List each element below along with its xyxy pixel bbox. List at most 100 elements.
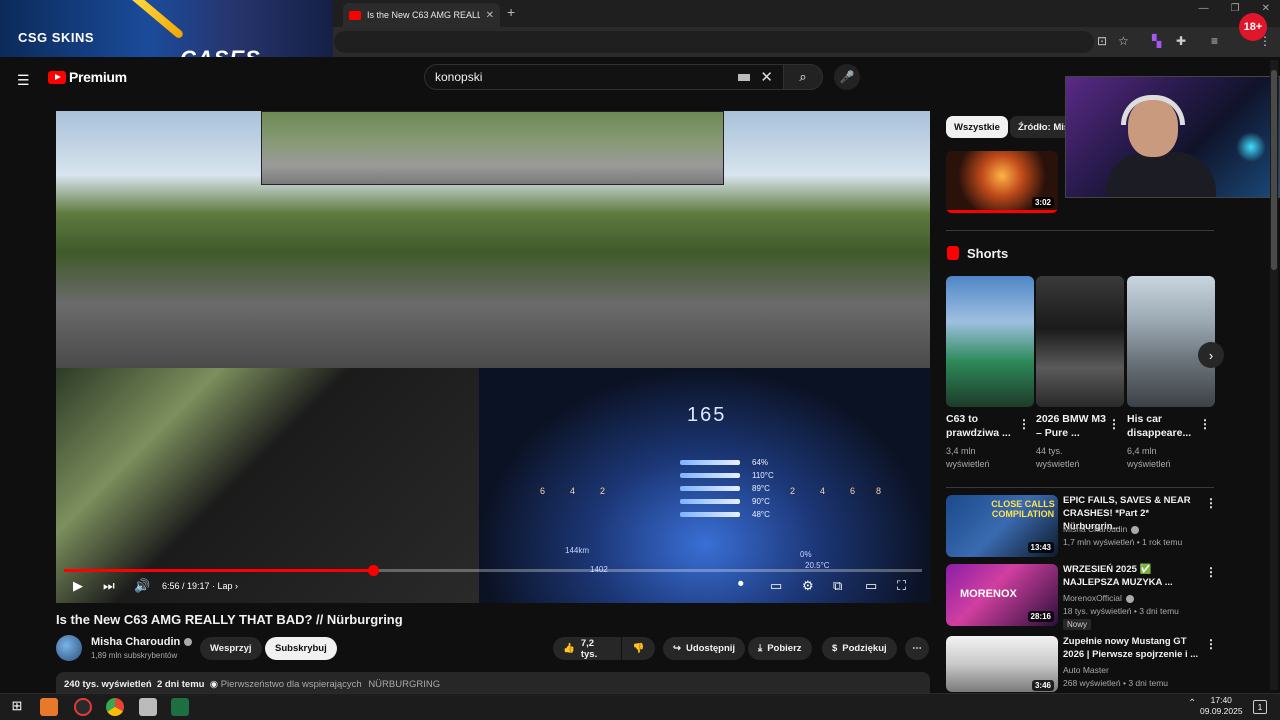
short-title[interactable]: 2026 BMW M3 – Pure ...	[1036, 412, 1108, 440]
url-field[interactable]	[334, 31, 1094, 53]
windows-start-icon[interactable]: ⊞	[8, 698, 26, 716]
clear-search-icon[interactable]: ✕	[760, 68, 773, 86]
autoplay-toggle-icon[interactable]: ⏺	[738, 578, 744, 591]
search-button[interactable]: ⌕	[783, 64, 823, 90]
chrome-icon[interactable]	[106, 698, 124, 716]
dislike-button[interactable]: 👎	[622, 637, 655, 660]
more-actions-button[interactable]: ⋯	[905, 637, 929, 660]
desc-tag[interactable]: NÜRBURGRING	[368, 679, 440, 690]
divider	[946, 230, 1214, 231]
maximize-button[interactable]: ❐	[1231, 3, 1240, 14]
reading-list-icon[interactable]: ≡	[1211, 34, 1218, 48]
related-channel[interactable]: MorenoxOfficial	[1063, 593, 1134, 603]
page-scrollbar[interactable]	[1270, 60, 1278, 690]
miniplayer-icon[interactable]: ⧉	[833, 578, 842, 594]
hamburger-menu-icon[interactable]: ☰	[17, 72, 30, 89]
voice-search-button[interactable]: 🎤	[834, 64, 860, 90]
app-icon[interactable]	[74, 698, 92, 716]
extensions-puzzle-icon[interactable]: ✚	[1176, 34, 1186, 48]
short-title[interactable]: His car disappeare...	[1127, 412, 1199, 440]
related-title[interactable]: Zupełnie nowy Mustang GT 2026 | Pierwsze…	[1063, 635, 1203, 661]
knife-graphic-icon	[125, 0, 185, 40]
member-icon: ◉	[209, 679, 219, 690]
new-tab-button[interactable]: +	[507, 4, 515, 20]
short-thumbnail[interactable]	[946, 276, 1034, 407]
gauge-bar	[680, 486, 740, 491]
like-button[interactable]: 👍 7,2 tys.	[553, 637, 621, 660]
share-button[interactable]: ↪ Udostępnij	[663, 637, 746, 660]
youtube-logo[interactable]: Premium	[48, 69, 127, 85]
app-icon[interactable]	[171, 698, 189, 716]
minimize-button[interactable]: —	[1199, 3, 1209, 14]
short-thumbnail[interactable]	[1036, 276, 1124, 407]
scrollbar-thumb[interactable]	[1271, 70, 1277, 270]
short-menu-icon[interactable]: ⋮	[1018, 417, 1030, 431]
cluster-left-tick: 6	[540, 486, 546, 496]
video-title: Is the New C63 AMG REALLY THAT BAD? // N…	[56, 612, 403, 627]
cluster-pct: 0%	[800, 550, 812, 559]
bookmark-star-icon[interactable]: ☆	[1118, 34, 1129, 48]
channel-avatar[interactable]	[56, 635, 82, 661]
download-button[interactable]: ⤓ Pobierz	[748, 637, 812, 660]
download-icon: ⤓	[758, 643, 763, 654]
play-icon[interactable]: ▶	[73, 578, 83, 594]
related-channel[interactable]: Auto Master	[1063, 665, 1109, 675]
keyboard-icon[interactable]	[738, 73, 751, 81]
progress-fill	[64, 569, 373, 572]
app-icon[interactable]	[139, 698, 157, 716]
short-thumbnail[interactable]	[1127, 276, 1215, 407]
cluster-range: 144km	[565, 546, 590, 555]
taskbar-clock[interactable]: 17:40 09.09.2025	[1200, 695, 1243, 717]
related-title[interactable]: WRZESIEŃ 2025 ✅ NAJLEPSZA MUZYKA ...	[1063, 563, 1203, 589]
theater-icon[interactable]: ▭	[865, 578, 877, 594]
chip-all[interactable]: Wszystkie	[946, 116, 1008, 138]
related-thumbnail[interactable]: MORENOX 28:16	[946, 564, 1058, 626]
related-menu-icon[interactable]: ⋮	[1205, 637, 1217, 651]
subscriber-count: 1,89 mln subskrybentów	[91, 651, 178, 660]
subtitles-icon[interactable]: ▭	[770, 578, 782, 594]
app-icon[interactable]	[40, 698, 58, 716]
related-thumbnail[interactable]: CLOSE CALLS COMPILATION 13:43	[946, 495, 1058, 557]
duration-badge: 13:43	[1027, 542, 1054, 553]
volume-icon[interactable]: 🔊	[134, 578, 150, 594]
related-menu-icon[interactable]: ⋮	[1205, 496, 1217, 510]
next-icon[interactable]: ⏭	[103, 578, 115, 594]
extension-twitch-icon[interactable]: ▚	[1152, 34, 1161, 48]
short-views: 44 tys. wyświetleń	[1036, 446, 1080, 469]
subscribe-button[interactable]: Subskrybuj	[265, 637, 337, 660]
close-window-button[interactable]: ✕	[1262, 3, 1270, 14]
settings-icon[interactable]: ⚙	[802, 578, 814, 594]
short-title[interactable]: C63 to prawdziwa ...	[946, 412, 1018, 440]
watched-bar	[946, 210, 1058, 213]
download-label: Pobierz	[767, 643, 802, 654]
thanks-button[interactable]: $ Podziękuj	[822, 637, 897, 660]
video-inset-view	[261, 111, 724, 185]
related-channel-text: Misha Charoudin	[1063, 524, 1128, 534]
video-player[interactable]	[56, 111, 930, 603]
related-meta: 18 tys. wyświetleń • 3 dni temu	[1063, 606, 1179, 616]
short-menu-icon[interactable]: ⋮	[1108, 417, 1120, 431]
support-button[interactable]: Wesprzyj	[200, 637, 262, 660]
shorts-next-button[interactable]: ›	[1198, 342, 1224, 368]
install-icon[interactable]: ⊡	[1097, 34, 1107, 48]
tab-close-icon[interactable]: ✕	[486, 10, 494, 21]
search-value: konopski	[435, 70, 483, 84]
browser-tab[interactable]: Is the New C63 AMG REALLY TH ✕	[343, 3, 500, 27]
notification-icon[interactable]: 1	[1253, 700, 1267, 714]
progress-scrubber[interactable]	[367, 565, 379, 576]
tray-chevron-icon[interactable]: ⌃	[1188, 698, 1196, 709]
fullscreen-icon[interactable]: ⛶	[897, 578, 906, 594]
channel-name[interactable]: Misha Charoudin	[91, 636, 193, 648]
search-input[interactable]: konopski ✕	[424, 64, 784, 90]
progress-bar[interactable]	[64, 565, 922, 576]
window-controls: — ❐ ✕	[1199, 3, 1270, 14]
headset-icon	[1121, 95, 1185, 125]
time-display[interactable]: 6:56 / 19:17 · Lap ›	[162, 581, 238, 591]
related-menu-icon[interactable]: ⋮	[1205, 565, 1217, 579]
related-thumbnail[interactable]: 3:46	[946, 636, 1058, 692]
recommended-thumbnail[interactable]: 3:02	[946, 151, 1058, 213]
short-menu-icon[interactable]: ⋮	[1199, 417, 1211, 431]
channel-name-text: Misha Charoudin	[91, 636, 181, 648]
related-channel[interactable]: Misha Charoudin	[1063, 524, 1140, 534]
share-icon: ↪	[673, 643, 681, 654]
